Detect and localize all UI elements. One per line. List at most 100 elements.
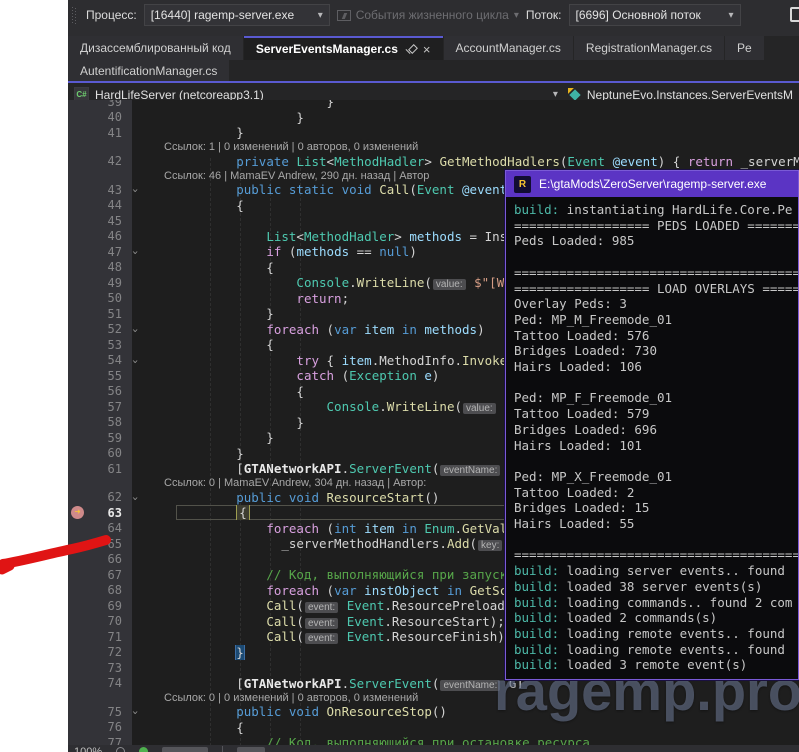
breakpoint-margin[interactable] (68, 322, 88, 338)
process-dropdown[interactable]: [16440] ragemp-server.exe ▾ (144, 4, 330, 26)
line-number: 59 (88, 431, 128, 445)
breakpoint-margin[interactable] (68, 614, 88, 630)
codelens-text[interactable]: Ссылок: 1 | 0 изменений | 0 авторов, 0 и… (164, 141, 418, 153)
breakpoint-margin[interactable] (68, 598, 88, 614)
breakpoint-margin[interactable] (68, 720, 88, 736)
breakpoint-margin[interactable] (68, 291, 88, 307)
breakpoint-margin[interactable] (68, 244, 88, 260)
console-line: Ped: MP_F_Freemode_01 (514, 390, 790, 406)
breakpoint-margin[interactable] (68, 461, 88, 477)
breakpoint-margin[interactable] (68, 676, 88, 692)
console-title-bar[interactable]: R E:\gtaMods\ZeroServer\ragemp-server.ex… (506, 171, 798, 197)
console-line (514, 532, 790, 548)
breakpoint-margin[interactable] (68, 353, 88, 369)
code-text[interactable]: private List<MethodHadler> GetMethodHadl… (176, 154, 799, 169)
code-text[interactable]: } (176, 125, 799, 140)
fold-chevron-icon[interactable]: › (128, 322, 142, 337)
lifecycle-events-label: События жизненного цикла (356, 8, 509, 22)
console-line (514, 375, 790, 391)
line-number: 46 (88, 229, 128, 243)
toolbar-cut-icon (790, 7, 799, 22)
breakpoint-margin[interactable]: ➜ (68, 505, 88, 521)
document-tab-row-1: Дизассемблированный кодServerEventsManag… (68, 36, 799, 60)
tab-accountmanager-cs[interactable]: AccountManager.cs (444, 36, 573, 60)
toolbar-grip-handle[interactable] (72, 7, 77, 24)
code-text[interactable]: } (176, 100, 799, 109)
tab-label: AccountManager.cs (456, 41, 561, 55)
line-number: 61 (88, 462, 128, 476)
breakpoint-margin[interactable] (68, 337, 88, 353)
tab-servereventsmanager-cs[interactable]: ServerEventsManager.cs× (244, 36, 443, 60)
fold-chevron-icon[interactable]: › (128, 353, 142, 368)
breakpoint-margin[interactable] (68, 306, 88, 322)
thread-dropdown[interactable]: [6696] Основной поток ▾ (569, 4, 741, 26)
line-number: 48 (88, 260, 128, 274)
red-annotation-arrow (0, 520, 120, 590)
codelens-text[interactable]: Ссылок: 0 | 0 изменений | 0 авторов, 0 и… (164, 692, 418, 704)
line-number: 70 (88, 614, 128, 628)
line-number: 57 (88, 400, 128, 414)
zoom-level[interactable]: 100% (74, 746, 102, 752)
line-number: 73 (88, 661, 128, 675)
code-text[interactable]: } (176, 110, 799, 125)
line-number: 56 (88, 384, 128, 398)
breakpoint-margin[interactable] (68, 213, 88, 229)
tab-registrationmanager-cs[interactable]: RegistrationManager.cs (574, 36, 724, 60)
tab-pe[interactable]: Pe (725, 36, 764, 60)
tab--[interactable]: Дизассемблированный код (68, 36, 243, 60)
console-line: Hairs Loaded: 106 (514, 359, 790, 375)
console-line: ================== LOAD OVERLAYS =======… (514, 281, 790, 297)
chevron-down-icon: ▾ (318, 10, 323, 21)
breakpoint-margin[interactable] (68, 368, 88, 384)
breakpoint-margin[interactable] (68, 415, 88, 431)
breakpoint-margin[interactable] (68, 446, 88, 462)
codelens-text[interactable]: Ссылок: 46 | MamaEV Andrew, 290 дн. наза… (164, 170, 429, 182)
pin-icon[interactable] (405, 44, 416, 55)
breakpoint-margin[interactable] (68, 260, 88, 276)
breakpoint-margin[interactable] (68, 384, 88, 400)
breakpoint-margin[interactable] (68, 154, 88, 170)
breakpoint-margin[interactable] (68, 229, 88, 245)
fold-chevron-icon[interactable]: › (128, 182, 142, 197)
line-number: 41 (88, 126, 128, 140)
console-output[interactable]: build: instantiating HardLife.Core.Pe===… (506, 197, 798, 679)
console-line: build: loaded 3 remote event(s) (514, 657, 790, 673)
breakpoint-margin[interactable] (68, 182, 88, 198)
close-icon[interactable]: × (423, 43, 431, 56)
lifecycle-events-dropdown[interactable]: События жизненного цикла ▾ (337, 8, 519, 22)
console-line: Tattoo Loaded: 579 (514, 406, 790, 422)
current-statement-icon[interactable]: ➜ (71, 506, 84, 519)
breakpoint-margin[interactable] (68, 490, 88, 506)
tab-autentificationmanager-cs[interactable]: AutentificationManager.cs (68, 60, 229, 81)
breakpoint-margin[interactable] (68, 275, 88, 291)
line-number: 47 (88, 245, 128, 259)
codelens-text[interactable]: Ссылок: 0 | MamaEV Andrew, 304 дн. назад… (164, 477, 429, 489)
ragemp-server-console-window: R E:\gtaMods\ZeroServer\ragemp-server.ex… (505, 170, 799, 680)
breakpoint-margin[interactable] (68, 399, 88, 415)
breakpoint-margin[interactable] (68, 629, 88, 645)
breakpoint-margin[interactable] (68, 125, 88, 141)
breakpoint-margin[interactable] (68, 430, 88, 446)
fold-chevron-icon[interactable]: › (128, 490, 142, 505)
chevron-down-icon[interactable]: ▾ (553, 89, 562, 100)
fold-chevron-icon[interactable]: › (128, 704, 142, 719)
breakpoint-margin[interactable] (68, 660, 88, 676)
chevron-down-icon: ▾ (728, 10, 733, 21)
console-line: Bridges Loaded: 15 (514, 500, 790, 516)
breakpoint-margin[interactable] (68, 110, 88, 126)
console-line: build: loaded 2 commands(s) (514, 610, 790, 626)
line-number: 42 (88, 154, 128, 168)
line-number: 76 (88, 720, 128, 734)
line-number: 72 (88, 645, 128, 659)
breakpoint-margin[interactable] (68, 645, 88, 661)
console-line: ================== PEDS LOADED =========… (514, 218, 790, 234)
line-number: 54 (88, 353, 128, 367)
breakpoint-margin[interactable] (68, 100, 88, 110)
console-line: build: loaded 38 server events(s) (514, 579, 790, 595)
console-line: Peds Loaded: 985 (514, 233, 790, 249)
console-line: build: loading server events.. found (514, 563, 790, 579)
fold-chevron-icon[interactable]: › (128, 244, 142, 259)
thread-dropdown-value: [6696] Основной поток (576, 8, 701, 22)
breakpoint-margin[interactable] (68, 704, 88, 720)
breakpoint-margin[interactable] (68, 198, 88, 214)
